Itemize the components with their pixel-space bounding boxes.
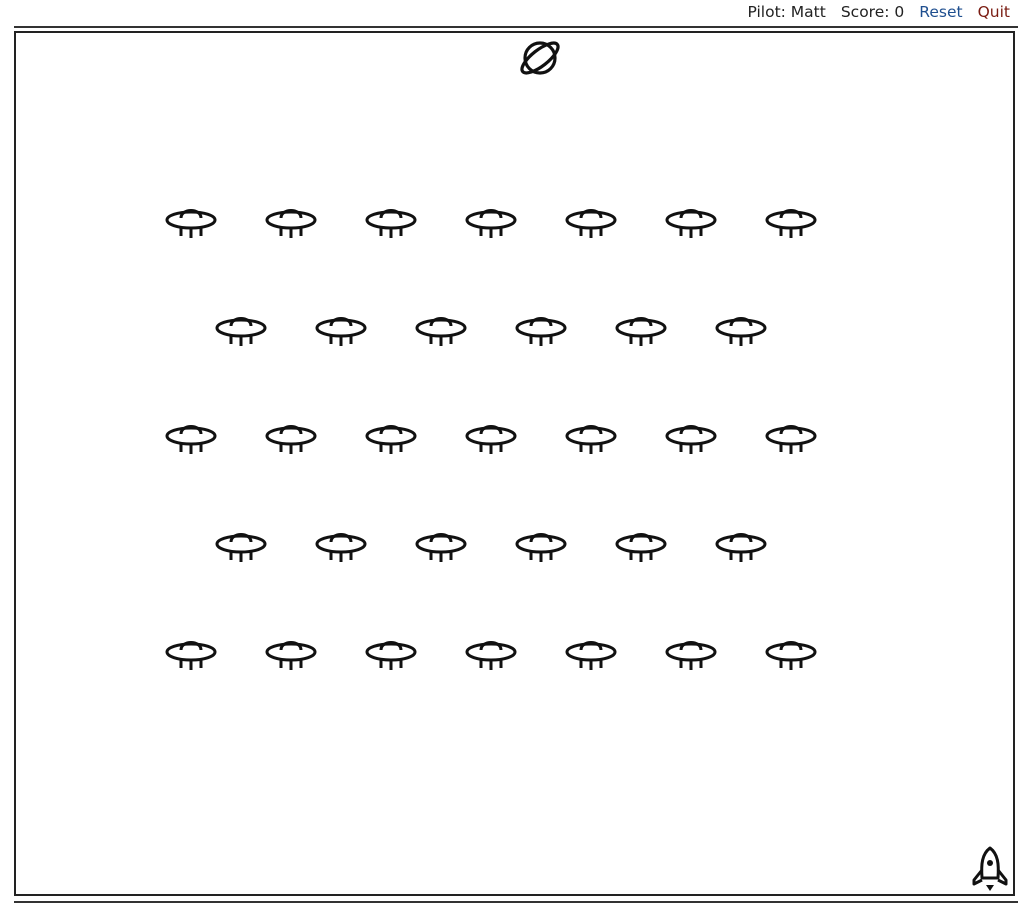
game-arena[interactable] — [14, 31, 1015, 896]
ufo-icon[interactable] — [464, 416, 518, 456]
ufo-icon[interactable] — [614, 524, 668, 564]
ufo-icon[interactable] — [464, 632, 518, 672]
ufo-icon[interactable] — [664, 632, 718, 672]
ufo-icon[interactable] — [714, 524, 768, 564]
ufo-icon[interactable] — [164, 200, 218, 240]
ufo-icon[interactable] — [564, 416, 618, 456]
pilot-name: Pilot: Matt — [747, 3, 826, 21]
ufo-icon[interactable] — [464, 200, 518, 240]
ufo-icon[interactable] — [314, 308, 368, 348]
ufo-icon[interactable] — [614, 308, 668, 348]
ufo-icon[interactable] — [214, 308, 268, 348]
ufo-icon[interactable] — [564, 200, 618, 240]
ufo-icon[interactable] — [164, 416, 218, 456]
ufo-icon[interactable] — [714, 308, 768, 348]
ufo-icon[interactable] — [764, 416, 818, 456]
ufo-icon[interactable] — [514, 524, 568, 564]
ufo-icon[interactable] — [414, 524, 468, 564]
ufo-icon[interactable] — [514, 308, 568, 348]
hud: Pilot: Matt Score: 0 Reset Quit — [747, 3, 1010, 21]
planet-icon — [520, 41, 560, 75]
ufo-icon[interactable] — [214, 524, 268, 564]
ufo-icon[interactable] — [764, 632, 818, 672]
top-bar: Pilot: Matt Score: 0 Reset Quit — [0, 0, 1032, 26]
ufo-icon[interactable] — [364, 632, 418, 672]
ufo-icon[interactable] — [314, 524, 368, 564]
quit-link[interactable]: Quit — [978, 3, 1010, 21]
ufo-icon[interactable] — [664, 416, 718, 456]
ufo-icon[interactable] — [364, 200, 418, 240]
ufo-icon[interactable] — [164, 632, 218, 672]
score: Score: 0 — [840, 3, 905, 21]
ufo-icon[interactable] — [364, 416, 418, 456]
ufo-icon[interactable] — [264, 632, 318, 672]
ufo-icon[interactable] — [664, 200, 718, 240]
ufo-icon[interactable] — [564, 632, 618, 672]
ufo-icon[interactable] — [764, 200, 818, 240]
bottom-divider — [14, 901, 1018, 903]
ufo-icon[interactable] — [414, 308, 468, 348]
ufo-icon[interactable] — [264, 416, 318, 456]
top-divider — [14, 26, 1018, 28]
ufo-icon[interactable] — [264, 200, 318, 240]
reset-link[interactable]: Reset — [919, 3, 962, 21]
rocket-icon[interactable] — [970, 844, 1010, 894]
